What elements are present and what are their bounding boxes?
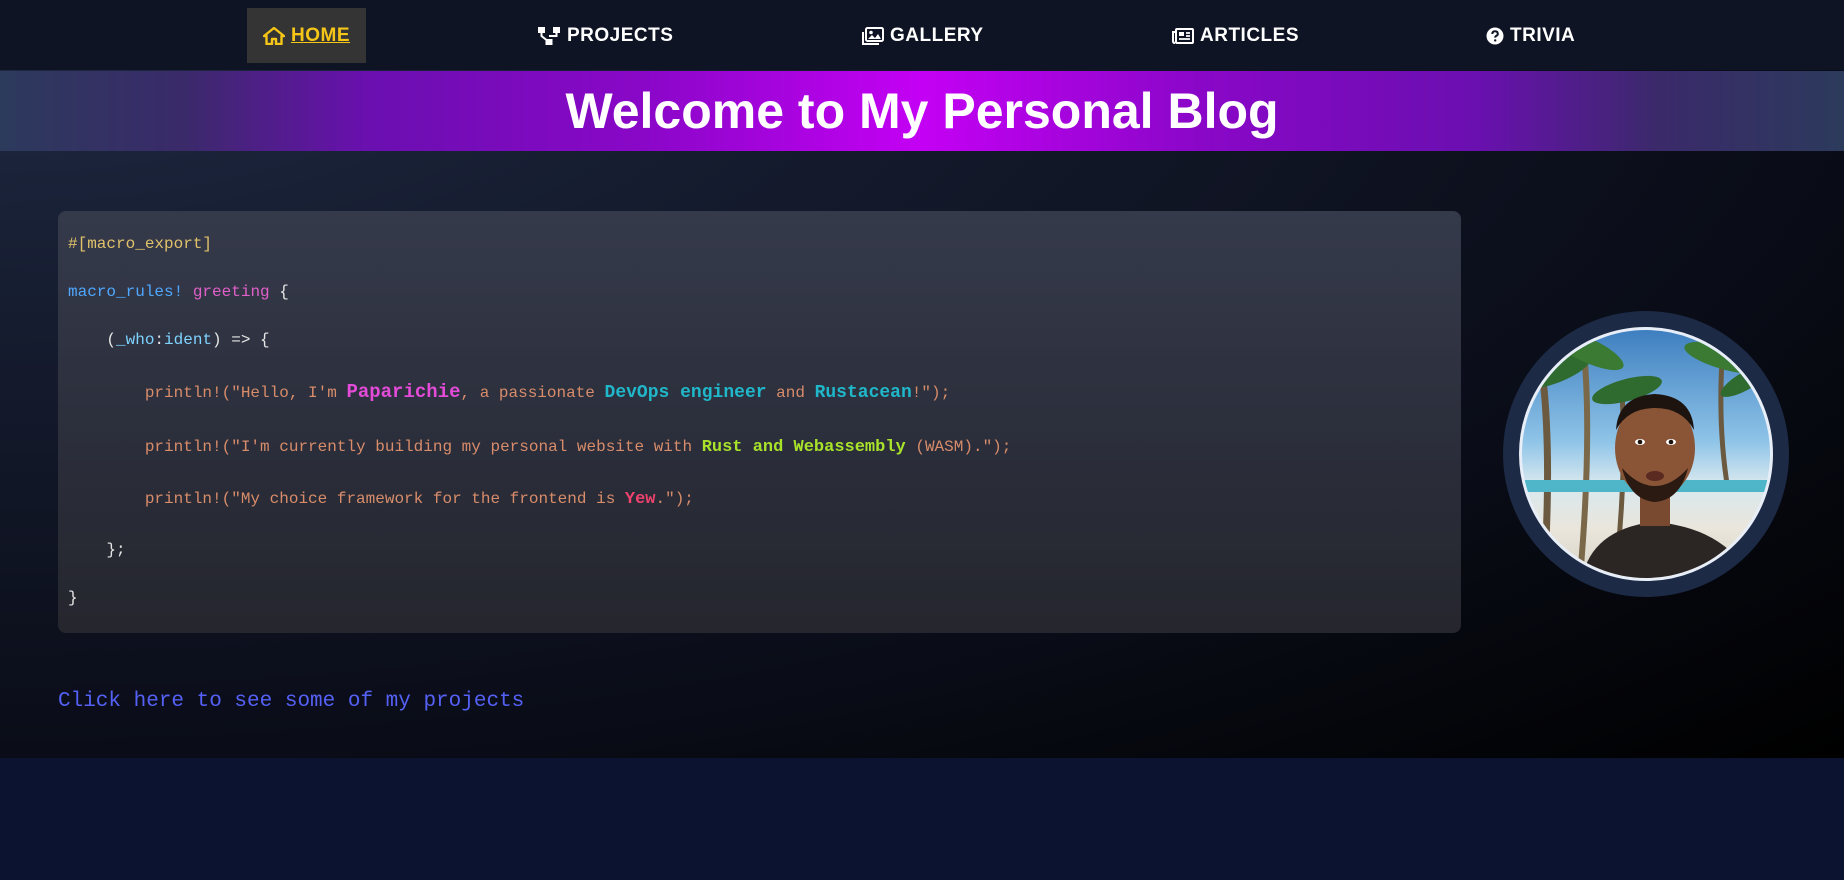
code-arm-close: ) => { <box>212 331 270 349</box>
highlight-tech: Rust and Webassembly <box>701 438 906 457</box>
highlight-role: DevOps engineer <box>604 383 767 403</box>
nav-item-label: HOME <box>291 24 350 46</box>
page-title: Welcome to My Personal Blog <box>565 83 1279 139</box>
code-line: macro_rules! greeting { <box>68 283 289 301</box>
code-line: println!("I'm currently building my pers… <box>68 438 1012 457</box>
avatar-photo <box>1522 330 1770 578</box>
avatar <box>1519 327 1773 581</box>
code-line: (_who:ident) => { <box>68 331 270 349</box>
home-icon <box>263 26 285 45</box>
code-macro-name: greeting <box>192 283 270 301</box>
question-circle-icon <box>1486 27 1504 45</box>
nav-item-home[interactable]: HOME <box>247 8 366 63</box>
code-arm-type: ident <box>164 331 213 349</box>
code-text: println!("Hello, I'm <box>144 384 347 402</box>
nav-item-label: GALLERY <box>890 24 984 46</box>
code-line: #[macro_export] <box>68 235 212 253</box>
code-line: } <box>68 589 78 607</box>
nav-item-label: PROJECTS <box>567 24 674 46</box>
code-line: println!("Hello, I'm Paparichie, a passi… <box>68 381 950 403</box>
code-text: println!("I'm currently building my pers… <box>144 438 702 456</box>
code-text: , a passionate <box>460 384 605 402</box>
code-paren: ( <box>106 331 117 349</box>
hero-banner: Welcome to My Personal Blog <box>0 71 1844 151</box>
nav-item-gallery[interactable]: GALLERY <box>862 8 984 63</box>
highlight-rustacean: Rustacean <box>814 383 912 403</box>
code-block: #[macro_export] macro_rules! greeting { … <box>58 211 1461 633</box>
highlight-name: Paparichie <box>346 381 461 403</box>
code-line: println!("My choice framework for the fr… <box>68 490 694 509</box>
code-brace: { <box>269 283 289 301</box>
code-attribute: #[macro_export] <box>68 235 213 253</box>
nav-item-projects[interactable]: PROJECTS <box>537 8 673 63</box>
code-text: println!("My choice framework for the fr… <box>144 490 625 508</box>
code-line: }; <box>68 541 126 559</box>
code-text: ."); <box>655 490 694 508</box>
images-icon <box>862 26 884 45</box>
code-arm-end: }; <box>106 541 126 559</box>
code-text: and <box>766 384 815 402</box>
projects-link[interactable]: Click here to see some of my projects <box>58 690 524 713</box>
newspaper-icon <box>1172 27 1194 44</box>
code-macro-keyword: macro_rules! <box>68 283 184 301</box>
sitemap-icon <box>537 26 561 46</box>
code-text: !"); <box>911 384 951 402</box>
top-nav: HOME PROJECTS GALLERY ARTICLES TRIVIA <box>0 0 1844 70</box>
code-arm-var: _who <box>116 331 155 349</box>
highlight-framework: Yew <box>624 490 656 509</box>
code-close-brace: } <box>68 589 78 607</box>
code-colon: : <box>154 331 165 349</box>
page: HOME PROJECTS GALLERY ARTICLES TRIVIA We… <box>0 0 1844 758</box>
nav-item-label: ARTICLES <box>1200 24 1299 46</box>
nav-item-label: TRIVIA <box>1510 24 1576 46</box>
nav-item-articles[interactable]: ARTICLES <box>1172 8 1299 63</box>
code-text: (WASM)."); <box>905 438 1012 456</box>
nav-item-trivia[interactable]: TRIVIA <box>1486 8 1575 63</box>
